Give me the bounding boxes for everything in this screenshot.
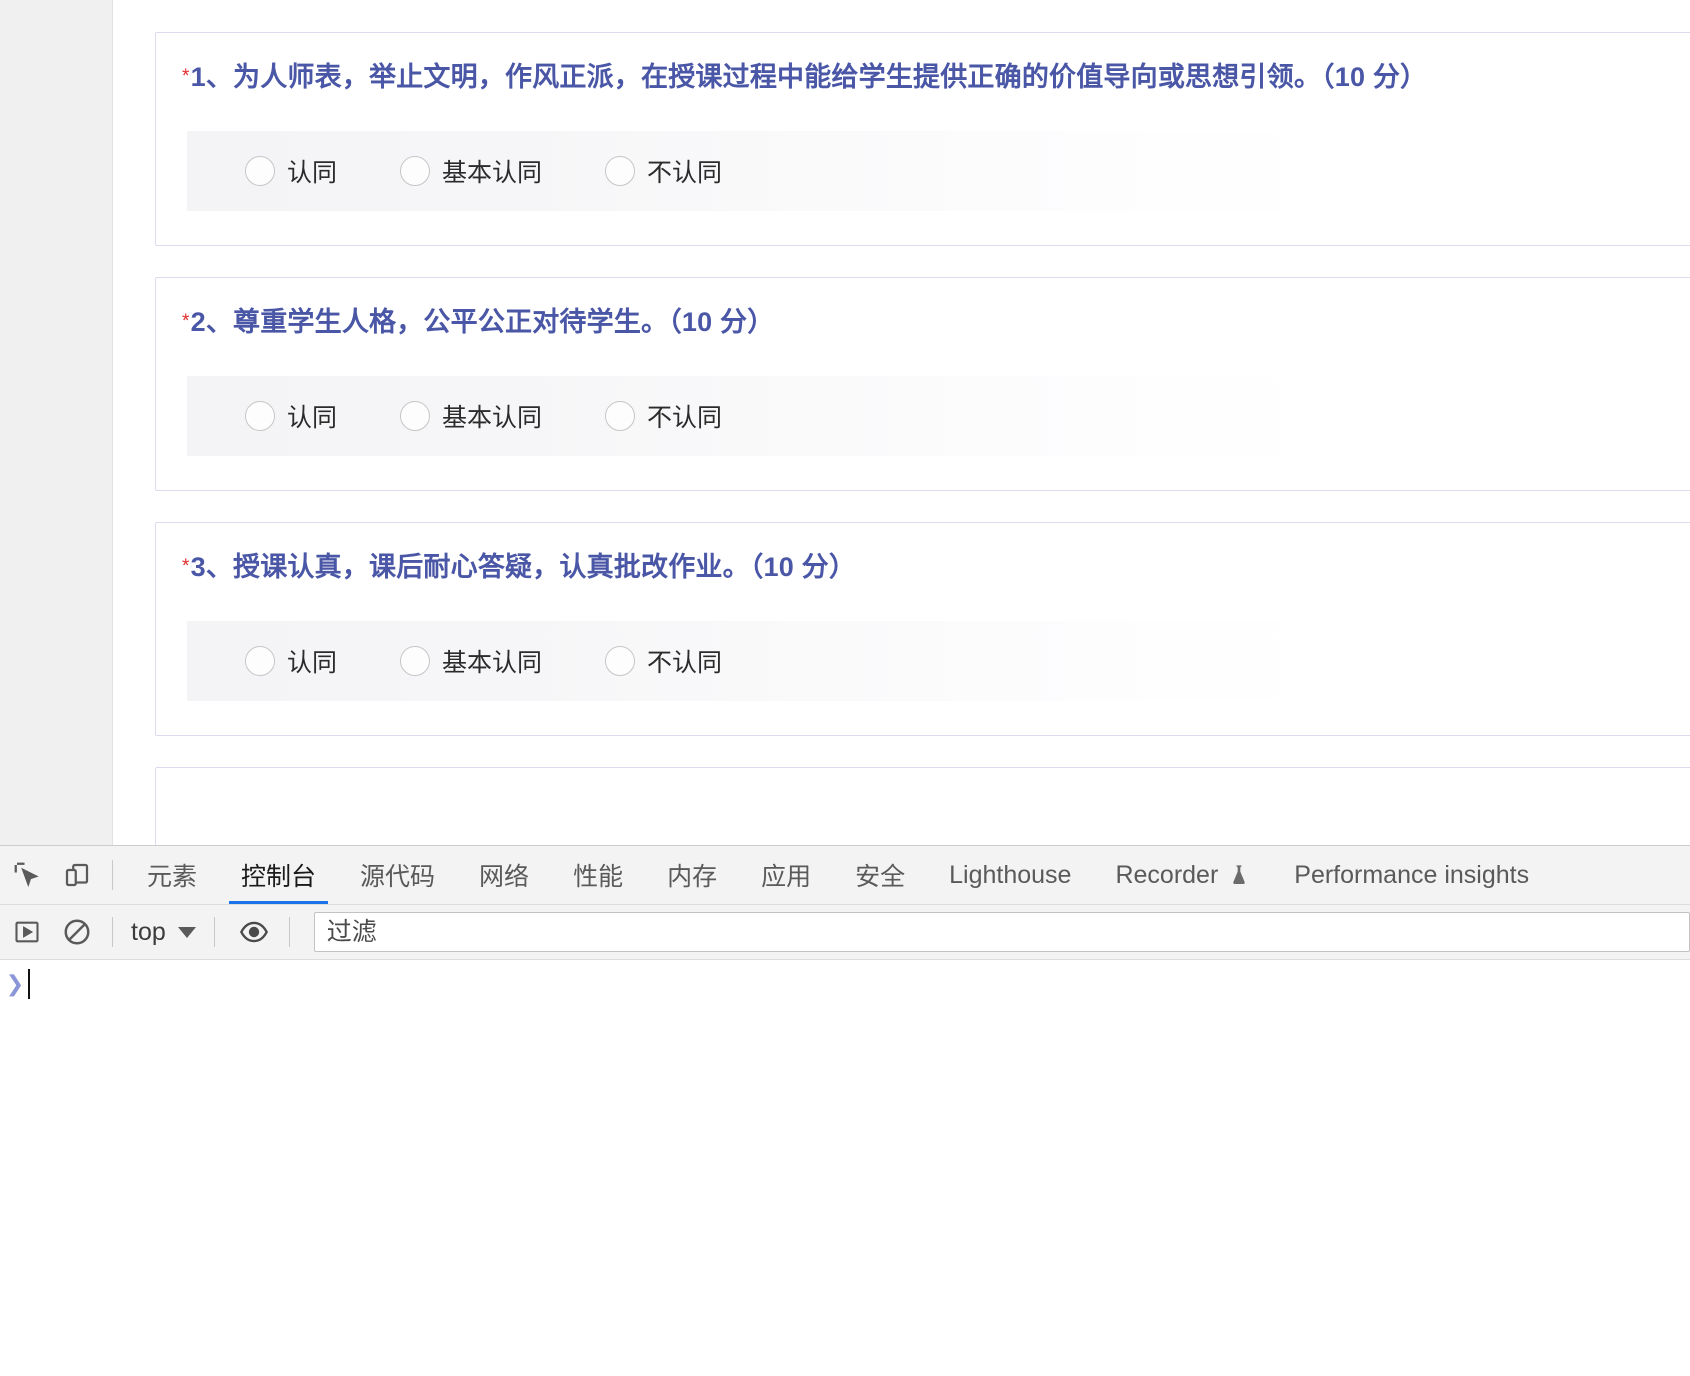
radio-option-2-2[interactable]: 不认同 (605, 398, 722, 434)
radio-option-label: 基本认同 (442, 159, 543, 187)
tab-label: Performance insights (1294, 860, 1530, 889)
question-card-1: *1、为人师表，举止文明，作风正派，在授课过程中能给学生提供正确的价值导向或思想… (155, 32, 1690, 246)
tab-performance[interactable]: 性能 (551, 846, 645, 904)
console-prompt-row[interactable]: ❯ (0, 960, 1690, 1008)
console-empty-area[interactable] (0, 1008, 1690, 1376)
tab-label: 控制台 (241, 863, 317, 891)
radio-option-label: 基本认同 (442, 404, 543, 432)
answer-options-2: 认同 基本认同 不认同 (187, 376, 1647, 456)
console-prompt-arrow-icon: ❯ (5, 971, 25, 996)
radio-circle-icon[interactable] (400, 156, 431, 186)
console-output-area[interactable]: ❯ (0, 960, 1690, 1376)
context-selector-top[interactable]: top (125, 918, 202, 947)
required-star-1: * (182, 66, 190, 87)
required-star-3: * (182, 556, 190, 577)
radio-option-label: 不认同 (647, 404, 723, 432)
question-card-2: *2、尊重学生人格，公平公正对待学生。（10 分） 认同 基本认同 不认同 (155, 277, 1690, 491)
survey-content-area: *1、为人师表，举止文明，作风正派，在授课过程中能给学生提供正确的价值导向或思想… (114, 0, 1690, 845)
tab-label: 应用 (761, 863, 812, 891)
tab-label: Lighthouse (949, 860, 1072, 889)
console-text-caret (28, 969, 30, 999)
radio-circle-icon[interactable] (245, 401, 275, 431)
radio-option-2-1[interactable]: 基本认同 (400, 398, 542, 434)
chevron-down-icon (177, 926, 196, 938)
experimental-flask-icon (1228, 863, 1250, 887)
context-selector-label: top (131, 917, 166, 946)
radio-circle-icon[interactable] (400, 646, 431, 676)
question-title-2: *2、尊重学生人格，公平公正对待学生。（10 分） (156, 278, 1690, 338)
execution-context-icon[interactable] (4, 909, 50, 955)
radio-option-2-0[interactable]: 认同 (245, 398, 337, 434)
tab-application[interactable]: 应用 (739, 846, 833, 904)
question-title-3: *3、授课认真，课后耐心答疑，认真批改作业。（10 分） (156, 523, 1690, 583)
clear-console-icon[interactable] (54, 909, 100, 955)
question-title-1: *1、为人师表，举止文明，作风正派，在授课过程中能给学生提供正确的价值导向或思想… (156, 33, 1690, 93)
radio-option-1-1[interactable]: 基本认同 (400, 153, 542, 189)
radio-circle-icon[interactable] (245, 156, 275, 186)
question-title-2-text: 2、尊重学生人格，公平公正对待学生。（10 分） (190, 307, 775, 337)
radio-option-3-0[interactable]: 认同 (245, 643, 337, 679)
radio-circle-icon[interactable] (605, 156, 636, 186)
radio-option-label: 不认同 (647, 649, 723, 677)
page-left-sidebar (0, 0, 113, 845)
toolbar-divider-2 (213, 917, 215, 947)
radio-option-3-2[interactable]: 不认同 (605, 643, 722, 679)
tab-label: 安全 (855, 863, 906, 891)
radio-option-3-1[interactable]: 基本认同 (400, 643, 542, 679)
tab-network[interactable]: 网络 (457, 846, 551, 904)
toolbar-divider-1 (112, 917, 113, 947)
tab-memory[interactable]: 内存 (645, 846, 739, 904)
console-toolbar: top (0, 905, 1690, 960)
toolbar-divider-3 (288, 917, 290, 947)
browser-viewport: *1、为人师表，举止文明，作风正派，在授课过程中能给学生提供正确的价值导向或思想… (0, 0, 1690, 845)
question-card-4-partial (155, 767, 1690, 845)
tab-label: 元素 (147, 863, 198, 891)
tab-label: 源代码 (360, 863, 436, 891)
radio-option-label: 认同 (287, 404, 338, 432)
tab-label: 内存 (667, 863, 718, 891)
tab-label: 性能 (573, 863, 624, 891)
devtools-tabbar: 元素 控制台 源代码 网络 性能 内存 应用 安全 Lighthouse Rec… (0, 846, 1690, 905)
tab-elements[interactable]: 元素 (125, 846, 219, 904)
answer-options-1: 认同 基本认同 不认同 (187, 131, 1647, 211)
tab-sources[interactable]: 源代码 (338, 846, 457, 904)
tab-label: 网络 (479, 863, 530, 891)
inspect-element-icon[interactable] (4, 852, 50, 898)
question-title-1-text: 1、为人师表，举止文明，作风正派，在授课过程中能给学生提供正确的价值导向或思想引… (190, 62, 1428, 92)
tab-label: Recorder (1115, 860, 1219, 889)
device-toolbar-icon[interactable] (54, 852, 100, 898)
radio-option-1-0[interactable]: 认同 (245, 153, 337, 189)
tab-security[interactable]: 安全 (833, 846, 927, 904)
radio-option-1-2[interactable]: 不认同 (605, 153, 722, 189)
tab-recorder[interactable]: Recorder (1093, 846, 1272, 904)
tab-console[interactable]: 控制台 (219, 846, 338, 904)
radio-option-label: 基本认同 (442, 649, 543, 677)
radio-option-label: 认同 (287, 649, 338, 677)
radio-option-label: 不认同 (647, 159, 723, 187)
devtools-panel: 元素 控制台 源代码 网络 性能 内存 应用 安全 Lighthouse Rec… (0, 845, 1690, 1376)
question-card-3: *3、授课认真，课后耐心答疑，认真批改作业。（10 分） 认同 基本认同 不认同 (155, 522, 1690, 736)
console-filter-input[interactable] (313, 912, 1690, 952)
radio-circle-icon[interactable] (400, 401, 431, 431)
tabbar-divider (112, 860, 113, 890)
radio-circle-icon[interactable] (605, 646, 636, 676)
radio-circle-icon[interactable] (605, 401, 636, 431)
radio-option-label: 认同 (287, 159, 338, 187)
radio-circle-icon[interactable] (245, 646, 275, 676)
tab-performance-insights[interactable]: Performance insights (1272, 846, 1551, 904)
question-title-3-text: 3、授课认真，课后耐心答疑，认真批改作业。（10 分） (190, 552, 857, 582)
answer-options-3: 认同 基本认同 不认同 (187, 621, 1647, 701)
live-expression-eye-icon[interactable] (231, 909, 277, 955)
tab-lighthouse[interactable]: Lighthouse (927, 846, 1093, 904)
required-star-2: * (182, 311, 190, 332)
